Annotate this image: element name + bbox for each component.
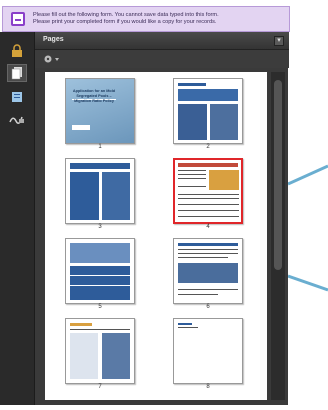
page-thumbnail[interactable]: 5 <box>65 238 135 312</box>
cover-title: Application for an Mold Segregated Pools… <box>72 89 116 103</box>
form-notice-bar: Please fill out the following form. You … <box>2 6 290 32</box>
page-number: 1 <box>98 144 102 150</box>
page-thumbnail[interactable]: 2 <box>173 78 243 152</box>
form-notice-icon[interactable] <box>11 12 25 26</box>
notice-line-1: Please fill out the following form. You … <box>33 12 219 18</box>
pages-panel-toolbar <box>35 50 289 68</box>
signature-icon[interactable] <box>7 110 27 128</box>
page-preview <box>65 158 135 224</box>
page-thumbnail[interactable]: 3 <box>65 158 135 232</box>
page-thumbnail-selected[interactable]: 4 <box>173 158 243 232</box>
callout-line-selected-page <box>287 164 328 186</box>
page-preview: Application for an Mold Segregated Pools… <box>65 78 135 144</box>
options-gear-icon[interactable] <box>43 53 65 65</box>
page-preview <box>65 238 135 304</box>
page-preview <box>173 238 243 304</box>
pages-panel: Pages ▾ Application for an Mold Segregat… <box>34 32 289 405</box>
page-thumbnails: Application for an Mold Segregated Pools… <box>45 72 267 400</box>
pdf-viewer: Please fill out the following form. You … <box>0 0 328 405</box>
page-preview <box>173 158 243 224</box>
callout-line-scrollbar <box>287 274 328 292</box>
notice-line-2: Please print your completed form if you … <box>33 19 217 25</box>
page-thumbnail[interactable]: 7 <box>65 318 135 392</box>
pages-icon[interactable] <box>7 64 27 82</box>
pages-panel-header: Pages ▾ <box>35 32 289 50</box>
page-preview <box>173 318 243 384</box>
page-thumbnail[interactable]: 8 <box>173 318 243 392</box>
panel-title: Pages <box>43 36 64 43</box>
annotation-callouts <box>287 0 328 405</box>
page-number: 7 <box>98 384 102 390</box>
page-thumbnail[interactable]: Application for an Mold Segregated Pools… <box>65 78 135 152</box>
page-preview <box>173 78 243 144</box>
page-number: 8 <box>206 384 210 390</box>
navigation-toolbar <box>0 32 34 405</box>
page-number: 5 <box>98 304 102 310</box>
page-number: 3 <box>98 224 102 230</box>
lock-icon[interactable] <box>7 42 27 60</box>
page-number: 6 <box>206 304 210 310</box>
thumbnails-scrollbar[interactable] <box>271 72 285 400</box>
notice-text: Please fill out the following form. You … <box>33 12 219 26</box>
page-number: 4 <box>206 224 210 230</box>
page-preview <box>65 318 135 384</box>
page-number: 2 <box>206 144 210 150</box>
bookmarks-icon[interactable] <box>7 88 27 106</box>
page-thumbnail[interactable]: 6 <box>173 238 243 312</box>
panel-menu-button[interactable]: ▾ <box>274 36 284 46</box>
scrollbar-thumb[interactable] <box>274 80 282 270</box>
